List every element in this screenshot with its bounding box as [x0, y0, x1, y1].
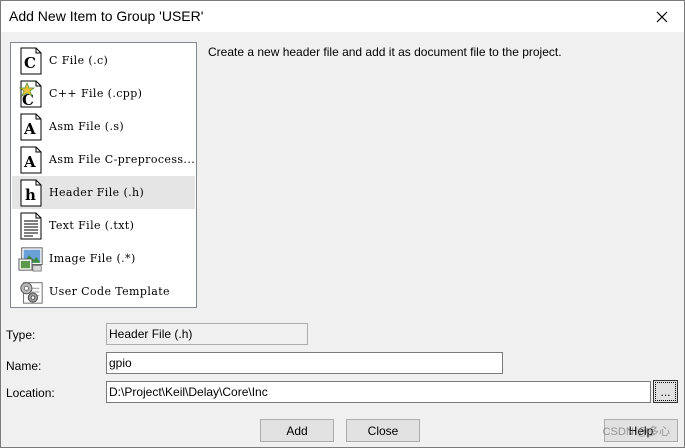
browse-focus-ring: [655, 382, 676, 401]
location-label: Location:: [6, 386, 55, 400]
name-input[interactable]: gpio: [106, 352, 503, 374]
asm-preprocess-file-icon: A: [18, 145, 44, 175]
text-file-icon: [18, 211, 44, 241]
add-new-item-dialog: Add New Item to Group 'USER' C C File (.…: [0, 0, 685, 448]
list-item-label: C++ File (.cpp): [49, 87, 143, 100]
c-file-icon: C: [18, 46, 44, 76]
list-item-label: Asm File C-preprocess...: [49, 153, 196, 166]
browse-button[interactable]: ...: [653, 380, 678, 403]
close-icon: [656, 11, 668, 22]
name-label: Name:: [6, 359, 42, 373]
list-item-label: C File (.c): [49, 54, 109, 67]
header-file-icon: h: [18, 178, 44, 208]
list-item-c-file[interactable]: C C File (.c): [12, 44, 195, 77]
list-item-label: Asm File (.s): [49, 120, 125, 133]
list-item-header-file[interactable]: h Header File (.h): [12, 176, 195, 209]
template-gear-icon: [18, 277, 44, 307]
list-item-label: User Code Template: [49, 285, 170, 298]
list-item-image-file[interactable]: Image File (.*): [12, 242, 195, 275]
title-bar: Add New Item to Group 'USER': [1, 1, 684, 32]
add-button[interactable]: Add: [260, 419, 334, 442]
watermark: CSDN @多心: [602, 426, 670, 438]
image-file-icon: [18, 244, 44, 274]
svg-text:h: h: [25, 186, 36, 204]
dialog-title: Add New Item to Group 'USER': [9, 8, 204, 24]
svg-text:C: C: [24, 54, 36, 72]
list-item-text-file[interactable]: Text File (.txt): [12, 209, 195, 242]
close-window-button[interactable]: [640, 1, 684, 32]
item-description: Create a new header file and add it as d…: [208, 45, 562, 59]
close-button[interactable]: Close: [346, 419, 420, 442]
list-item-label: Header File (.h): [49, 186, 145, 199]
file-type-list[interactable]: C C File (.c) C C++ File (.cpp) A Asm Fi…: [10, 42, 197, 308]
cpp-file-icon: C: [18, 79, 44, 109]
list-item-label: Image File (.*): [49, 252, 136, 265]
type-label: Type:: [6, 328, 36, 342]
asm-file-icon: A: [18, 112, 44, 142]
list-item-asm-preprocess-file[interactable]: A Asm File C-preprocess...: [12, 143, 195, 176]
svg-text:A: A: [23, 120, 36, 138]
location-input[interactable]: D:\Project\Keil\Delay\Core\Inc: [106, 381, 651, 403]
svg-text:A: A: [23, 153, 36, 171]
type-value: Header File (.h): [106, 323, 308, 345]
list-item-cpp-file[interactable]: C C++ File (.cpp): [12, 77, 195, 110]
list-item-asm-file[interactable]: A Asm File (.s): [12, 110, 195, 143]
list-item-user-code-template[interactable]: User Code Template: [12, 275, 195, 308]
list-item-label: Text File (.txt): [49, 219, 135, 232]
